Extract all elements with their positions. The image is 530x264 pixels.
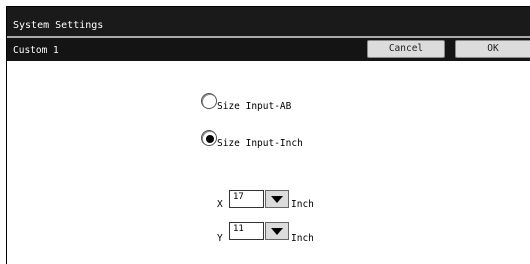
x-value[interactable]: 17 (229, 190, 264, 208)
x-unit-label: Inch (291, 199, 314, 210)
ok-button[interactable]: OK (455, 40, 530, 58)
y-value[interactable]: 11 (229, 222, 264, 240)
x-value-select[interactable]: 17 (229, 190, 289, 208)
y-value-select[interactable]: 11 (229, 222, 289, 240)
radio-checked-icon[interactable] (201, 130, 217, 146)
page-title: Custom 1 (13, 45, 59, 56)
chevron-down-icon[interactable] (265, 190, 289, 208)
y-unit-label: Inch (291, 233, 314, 244)
window-title: System Settings (13, 20, 104, 31)
chevron-down-icon[interactable] (265, 222, 289, 240)
y-axis-label: Y (217, 233, 223, 244)
cancel-button[interactable]: Cancel (367, 40, 445, 58)
title-bar: System Settings (7, 7, 530, 38)
radio-unchecked-icon[interactable] (201, 93, 217, 109)
radio-label-ab: Size Input-AB (217, 101, 292, 112)
x-axis-label: X (217, 199, 223, 210)
header-bar: Custom 1 (7, 38, 530, 61)
radio-label-inch: Size Input-Inch (217, 138, 303, 149)
